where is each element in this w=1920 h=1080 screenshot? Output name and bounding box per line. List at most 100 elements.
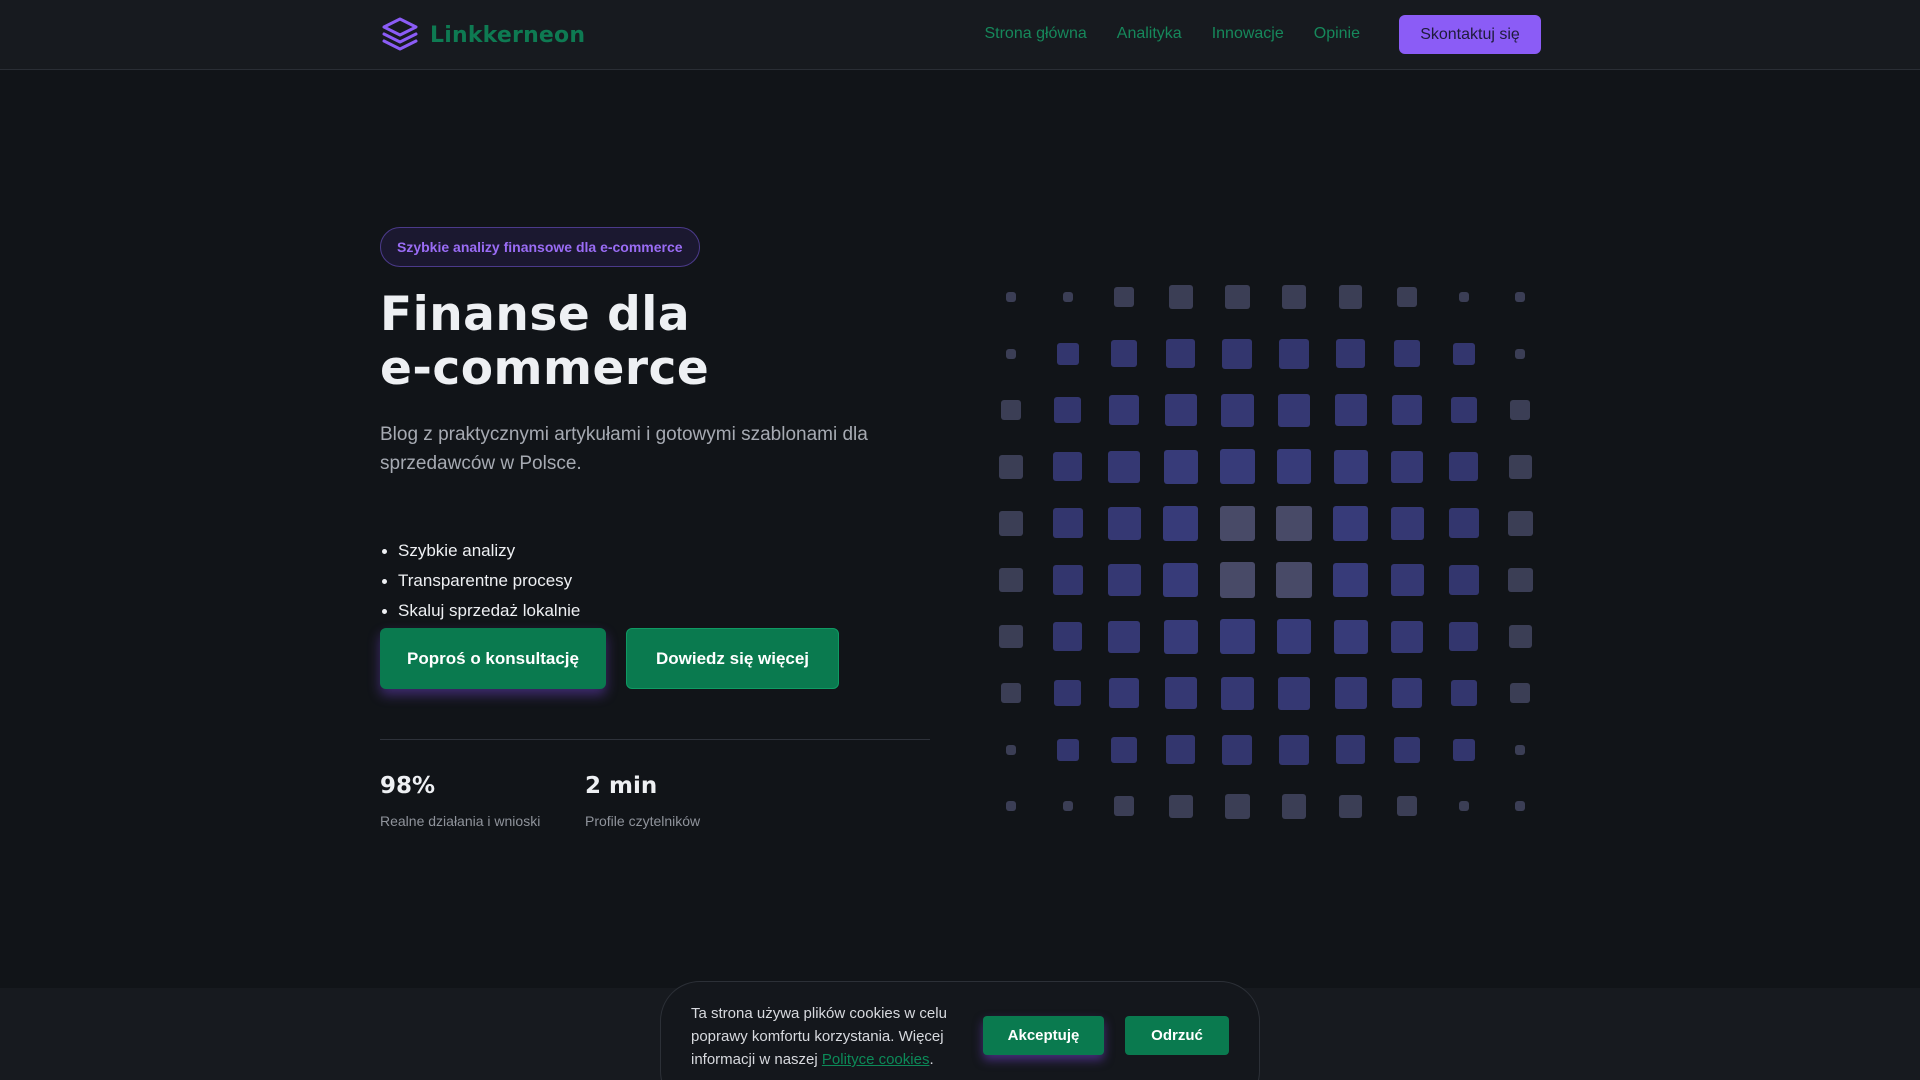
grid-square [1111,340,1138,367]
grid-square [1219,505,1256,542]
grid-square [1107,563,1141,597]
grid-square [1222,338,1253,369]
grid-square [1111,736,1138,763]
grid-square [1449,452,1479,482]
grid-square [1397,796,1418,817]
grid-square [1169,794,1193,819]
grid-square [1054,397,1081,424]
grid-square [1006,801,1016,812]
grid-square [1392,395,1423,426]
grid-square [1458,292,1469,302]
feature-item: Transparentne procesy [380,566,580,596]
brand-name: Linkkerneon [430,22,586,48]
grid-square [1281,284,1307,310]
grid-square [1164,394,1197,427]
grid-square [998,510,1024,536]
hero-title: Finanse dla e-commerce [380,288,940,396]
grid-square [1515,801,1526,812]
grid-square [1219,619,1255,655]
grid-square [1510,683,1531,704]
stat-block: 2 min Profile czytelników [585,773,700,829]
grid-square [1279,734,1309,765]
grid-square [1163,449,1198,484]
grid-square [1338,794,1363,819]
nav-item-innovations[interactable]: Innowacje [1212,22,1284,46]
cookie-policy-link[interactable]: Polityce cookies [822,1051,930,1068]
decorative-square-grid [983,267,1557,819]
grid-square [1336,339,1365,368]
grid-square [1114,796,1135,817]
grid-square [1006,348,1016,359]
grid-square [1164,677,1197,710]
stat-block: 98% Realne działania i wnioski [380,773,540,829]
grid-square [1449,622,1479,651]
grid-square [1276,619,1312,655]
grid-square [1394,736,1421,763]
grid-square [1515,744,1526,755]
grid-square [1219,449,1255,485]
main-nav: Strona główna Analityka Innowacje Opinie [984,22,1360,46]
feature-list: Szybkie analizy Transparentne procesy Sk… [380,536,580,626]
grid-square [1450,397,1477,424]
grid-square [1166,339,1196,368]
grid-square [1276,449,1312,485]
grid-square [1279,338,1309,369]
grid-square [1458,801,1469,812]
grid-square [1390,506,1424,540]
grid-square [1222,734,1253,765]
grid-square [999,455,1023,479]
accept-cookies-button[interactable]: Akceptuję [983,1016,1104,1055]
hero-subtitle: Blog z praktycznymi artykułami i gotowym… [380,424,868,474]
grid-square [1391,450,1424,483]
grid-square [1224,793,1250,819]
nav-item-reviews[interactable]: Opinie [1314,22,1360,46]
grid-square [1336,735,1365,765]
grid-square [1397,286,1418,308]
nav-item-analytics[interactable]: Analityka [1117,22,1182,46]
learn-more-button[interactable]: Dowiedz się więcej [626,628,839,689]
grid-square [1054,680,1081,707]
grid-square [1515,348,1526,359]
grid-square [1006,744,1016,755]
grid-square [1277,676,1311,710]
grid-square [1448,565,1479,595]
grid-square [1277,393,1311,427]
grid-square [1220,676,1254,710]
grid-square [1062,801,1073,812]
grid-square [1163,619,1198,654]
grid-square [1510,400,1531,421]
nav-item-home[interactable]: Strona główna [984,22,1086,46]
contact-button[interactable]: Skontaktuj się [1399,15,1541,54]
cookie-suffix: . [929,1051,934,1068]
hero-badge: Szybkie analizy finansowe dla e-commerce [380,227,700,267]
grid-square [1114,286,1135,308]
feature-item: Skaluj sprzedaż lokalnie [380,596,580,626]
grid-square [1108,450,1141,483]
grid-square [1056,738,1079,761]
stat-value: 98% [380,773,436,799]
consultation-button[interactable]: Poproś o konsultację [380,628,606,689]
grid-square [1394,340,1421,367]
grid-square [1333,619,1368,654]
brand-logo[interactable]: Linkkerneon [380,14,585,56]
grid-square [1224,284,1250,310]
layers-icon [382,17,418,51]
grid-square [1333,562,1369,598]
grid-square [1052,508,1083,539]
grid-square [1108,620,1141,653]
grid-square [1448,508,1479,539]
grid-square [1392,678,1423,709]
grid-square [1062,292,1073,302]
grid-square [1163,505,1199,541]
grid-square [1452,738,1475,761]
grid-square [1056,342,1079,365]
grid-square [1333,449,1368,484]
reject-cookies-button[interactable]: Odrzuć [1125,1016,1229,1055]
grid-square [1390,563,1424,597]
site-header: Linkkerneon Strona główna Analityka Inno… [0,0,1920,70]
grid-square [1338,285,1363,309]
grid-square [1000,683,1022,704]
grid-square [1000,400,1022,421]
grid-square [1508,624,1533,649]
grid-square [1109,678,1140,709]
